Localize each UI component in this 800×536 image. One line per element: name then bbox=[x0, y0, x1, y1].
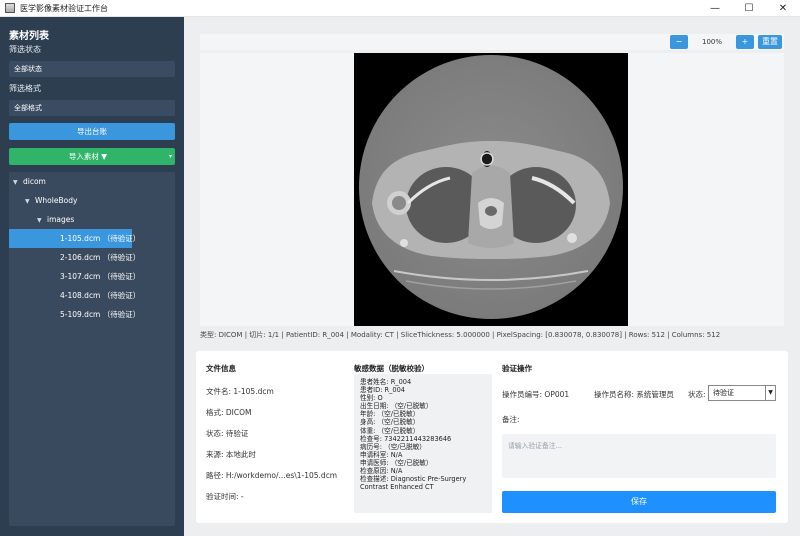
tree-file-item[interactable]: 3-107.dcm （待验证） bbox=[60, 267, 140, 286]
sensitive-line: 体重: （空/已脱敏） bbox=[360, 426, 420, 435]
sidebar-title: 素材列表 bbox=[9, 31, 49, 42]
tree-node-label: images bbox=[47, 215, 75, 224]
sensitive-line: 申请科室: N/A bbox=[360, 450, 403, 459]
status-filter-label: 筛选状态 bbox=[9, 45, 41, 54]
window-title: 医学影像素材验证工作台 bbox=[20, 3, 108, 13]
sensitive-data-box: 患者姓名: R_004 患者ID: R_004 性别: O 出生日期: （空/已… bbox=[354, 374, 492, 513]
status-label: 状态: bbox=[688, 390, 706, 399]
sensitive-line: 检查原因: N/A bbox=[360, 467, 403, 476]
sensitive-data-title: 敏感数据（脱敏校验） bbox=[354, 364, 429, 373]
zoom-in-button[interactable]: + bbox=[736, 35, 754, 49]
tree-file-item[interactable]: 1-105.dcm （待验证） bbox=[9, 229, 140, 248]
tree-file-item[interactable]: 4-108.dcm （待验证） bbox=[60, 286, 140, 305]
chevron-down-icon[interactable]: ▾ bbox=[169, 148, 172, 165]
minimize-button[interactable]: — bbox=[698, 0, 732, 17]
file-tree[interactable]: ▼ dicom ▼ WholeBody ▼ images 1-105.dcm （待验证… bbox=[9, 172, 175, 526]
format-filter-select[interactable]: 全部格式 bbox=[9, 100, 175, 116]
sensitive-line: 患者ID: R_004 bbox=[360, 386, 405, 395]
reset-button[interactable]: 重置 bbox=[758, 35, 782, 49]
sensitive-line: 申请医师: （空/已脱敏） bbox=[360, 458, 433, 467]
verify-title: 验证操作 bbox=[502, 364, 532, 373]
window-controls: — ☐ ✕ bbox=[698, 0, 800, 17]
note-input[interactable]: 请输入验证备注... bbox=[502, 434, 776, 478]
app-icon bbox=[5, 3, 15, 13]
chevron-down-icon[interactable]: ▼ bbox=[37, 211, 47, 230]
tree-node-label: WholeBody bbox=[35, 196, 78, 205]
main-panel: − 100% + 重置 类型: DICOM | 切片: 1/1 | Patien… bbox=[184, 17, 800, 536]
tree-node-dicom[interactable]: ▼ dicom bbox=[13, 172, 173, 191]
status-select[interactable]: 待验证 ▼ bbox=[708, 385, 776, 401]
file-name: 文件名: 1-105.dcm bbox=[206, 387, 274, 396]
ct-image[interactable] bbox=[354, 53, 628, 326]
operator-name: 操作员名称: 系统管理员 bbox=[594, 390, 674, 399]
import-material-button[interactable]: 导入素材 ▼ ▾ bbox=[9, 148, 175, 165]
chevron-down-icon[interactable]: ▼ bbox=[765, 386, 775, 400]
zoom-out-button[interactable]: − bbox=[670, 35, 688, 49]
status-select-value: 待验证 bbox=[713, 389, 734, 397]
file-status: 状态: 待验证 bbox=[206, 429, 249, 438]
sensitive-line: 检查描述: Diagnostic Pre-Surgery bbox=[360, 475, 467, 484]
sensitive-line: 身高: （空/已脱敏） bbox=[360, 418, 420, 427]
title-bar: 医学影像素材验证工作台 — ☐ ✕ bbox=[0, 0, 800, 17]
note-label: 备注: bbox=[502, 415, 520, 424]
export-ledger-button[interactable]: 导出台账 bbox=[9, 123, 175, 140]
viewer-toolbar: − 100% + 重置 bbox=[200, 34, 784, 50]
file-format: 格式: DICOM bbox=[206, 408, 252, 417]
sensitive-line: Contrast Enhanced CT bbox=[360, 483, 434, 492]
chevron-down-icon[interactable]: ▼ bbox=[13, 173, 23, 192]
verify-time: 验证时间: - bbox=[206, 492, 244, 501]
zoom-level: 100% bbox=[701, 38, 722, 46]
sensitive-line: 患者姓名: R_004 bbox=[360, 378, 412, 386]
save-button[interactable]: 保存 bbox=[502, 491, 776, 513]
image-viewer[interactable] bbox=[200, 53, 784, 326]
chevron-down-icon[interactable]: ▼ bbox=[25, 192, 35, 211]
tree-node-label: dicom bbox=[23, 177, 46, 186]
tree-file-item[interactable]: 2-106.dcm （待验证） bbox=[60, 248, 140, 267]
tree-file-item[interactable]: 5-109.dcm （待验证） bbox=[60, 305, 140, 324]
tree-node-images[interactable]: ▼ images bbox=[37, 210, 173, 229]
file-info-title: 文件信息 bbox=[206, 364, 236, 373]
image-metadata: 类型: DICOM | 切片: 1/1 | PatientID: R_004 |… bbox=[200, 331, 721, 339]
sensitive-line: 病历号: （空/已脱敏） bbox=[360, 442, 426, 451]
import-material-label: 导入素材 ▼ bbox=[68, 152, 108, 161]
tree-node-wholebody[interactable]: ▼ WholeBody bbox=[25, 191, 173, 210]
ct-scan-graphic bbox=[359, 55, 623, 319]
format-filter-label: 筛选格式 bbox=[9, 84, 41, 93]
file-source: 来源: 本地此时 bbox=[206, 450, 256, 459]
status-filter-select[interactable]: 全部状态 bbox=[9, 61, 175, 77]
sidebar: 素材列表 筛选状态 全部状态 筛选格式 全部格式 导出台账 导入素材 ▼ ▾ ▼… bbox=[0, 17, 184, 536]
close-button[interactable]: ✕ bbox=[766, 0, 800, 17]
sensitive-line: 检查号: 7342211443283646 bbox=[360, 434, 452, 443]
file-path: 路径: H:/workdemo/...es\1-105.dcm bbox=[206, 471, 338, 480]
maximize-button[interactable]: ☐ bbox=[732, 0, 766, 17]
details-panel: 文件信息 文件名: 1-105.dcm 格式: DICOM 状态: 待验证 来源… bbox=[196, 351, 788, 523]
operator-id: 操作员编号: OP001 bbox=[502, 390, 570, 399]
